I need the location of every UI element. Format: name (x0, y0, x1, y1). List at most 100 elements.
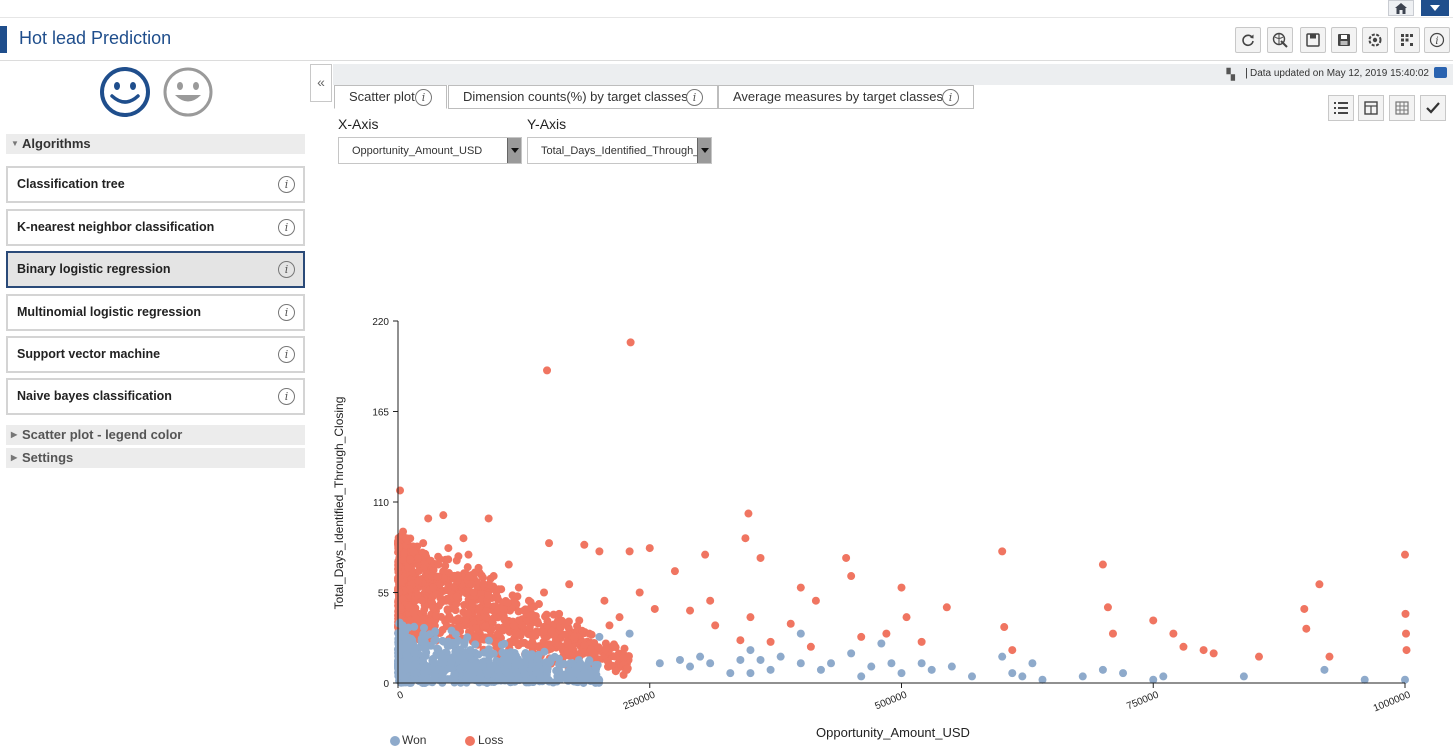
loss-point (449, 572, 458, 581)
loss-point (1103, 603, 1112, 612)
won-point (967, 672, 976, 681)
algorithm-support-vector-machine[interactable]: Support vector machine i (6, 336, 305, 373)
won-point (746, 646, 755, 655)
won-point (796, 659, 805, 668)
algorithm-classification-tree[interactable]: Classification tree i (6, 166, 305, 203)
won-point (726, 669, 735, 678)
algorithm-binary-logistic-regression[interactable]: Binary logistic regression i (6, 251, 305, 288)
loss-point (605, 621, 614, 630)
tab-dimension-counts[interactable]: Dimension counts(%) by target classes i (448, 85, 718, 109)
won-point (582, 661, 591, 670)
loss-point (857, 632, 866, 641)
tab-average-measures[interactable]: Average measures by target classes i (718, 85, 974, 109)
loss-point (409, 608, 418, 617)
algorithm-k-nearest-neighbor[interactable]: K-nearest neighbor classification i (6, 209, 305, 246)
algorithm-naive-bayes[interactable]: Naive bayes classification i (6, 378, 305, 415)
won-point (410, 622, 419, 631)
info-icon[interactable]: i (278, 261, 295, 278)
loss-point (1199, 646, 1208, 655)
loss-point (493, 629, 502, 638)
tab-label: Average measures by target classes (733, 89, 944, 104)
loss-point (414, 576, 423, 585)
loss-point (464, 550, 473, 559)
loss-point (413, 554, 422, 563)
share-button[interactable] (1267, 27, 1293, 53)
info-icon[interactable]: i (278, 346, 295, 363)
algorithm-label: Binary logistic regression (17, 262, 171, 276)
loss-point (512, 638, 521, 647)
won-point (736, 655, 745, 664)
caret-right-icon: ▶ (11, 453, 18, 462)
refresh-button[interactable] (1235, 27, 1261, 53)
dropdown-arrow-icon[interactable] (697, 138, 711, 163)
won-point (525, 650, 534, 659)
won-point (410, 668, 419, 677)
collapse-panel-button[interactable]: « (310, 64, 332, 102)
loss-point (625, 547, 634, 556)
info-icon[interactable]: i (415, 89, 432, 106)
y-axis-select[interactable]: Total_Days_Identified_Through_Closing (527, 137, 712, 164)
won-point (557, 660, 566, 669)
won-point (447, 626, 456, 635)
won-point (462, 673, 471, 682)
info-button[interactable]: i (1424, 27, 1450, 53)
won-point (686, 662, 695, 671)
x-tick-label: 250000 (622, 689, 657, 712)
layout-button[interactable] (1394, 27, 1420, 53)
loss-point (434, 552, 443, 561)
loss-point (489, 572, 498, 581)
save-as-button[interactable] (1331, 27, 1357, 53)
won-point (511, 661, 520, 670)
info-icon[interactable]: i (686, 89, 703, 106)
info-icon[interactable]: i (278, 219, 295, 236)
loss-point (494, 585, 503, 594)
loss-point (524, 596, 533, 605)
home-icon (1395, 2, 1407, 14)
loss-point (611, 667, 620, 676)
won-point (487, 677, 496, 686)
loss-point (444, 544, 453, 553)
info-icon[interactable]: i (942, 89, 959, 106)
status-bar: ▚ | Data updated on May 12, 2019 15:40:0… (333, 64, 1453, 85)
info-icon[interactable]: i (278, 388, 295, 405)
settings-button[interactable] (1362, 27, 1388, 53)
filter-view-button[interactable] (1358, 95, 1384, 121)
save-button[interactable] (1300, 27, 1326, 53)
algorithm-multinomial-logistic-regression[interactable]: Multinomial logistic regression i (6, 294, 305, 331)
target-class-won-icon[interactable] (99, 66, 151, 118)
won-point (466, 646, 475, 655)
loss-point (471, 623, 480, 632)
loss-point (528, 631, 537, 640)
loss-point (1169, 629, 1178, 638)
loss-point (635, 588, 644, 597)
table-view-button[interactable] (1389, 95, 1415, 121)
won-point (998, 652, 1007, 661)
target-class-loss-icon[interactable] (162, 66, 214, 118)
x-axis-select[interactable]: Opportunity_Amount_USD (338, 137, 522, 164)
won-point (533, 654, 542, 663)
loss-point (484, 591, 493, 600)
info-icon[interactable]: i (278, 176, 295, 193)
won-point (520, 670, 529, 679)
loss-point (459, 534, 468, 543)
algorithms-accordion-header[interactable]: ▼ Algorithms (6, 134, 305, 154)
x-axis-title: Opportunity_Amount_USD (816, 725, 970, 740)
list-view-button[interactable] (1328, 95, 1354, 121)
tab-scatter-plot[interactable]: Scatter plot i (334, 85, 447, 109)
legend-color-accordion-header[interactable]: ▶ Scatter plot - legend color (6, 425, 305, 445)
loss-point (474, 563, 483, 572)
won-point (484, 636, 493, 645)
settings-accordion-header[interactable]: ▶ Settings (6, 448, 305, 468)
algorithm-label: Naive bayes classification (17, 389, 172, 403)
home-button[interactable] (1388, 0, 1414, 16)
dropdown-menu-button[interactable] (1421, 0, 1449, 16)
chat-icon[interactable] (1434, 67, 1447, 78)
won-point (827, 659, 836, 668)
dropdown-arrow-icon[interactable] (507, 138, 521, 163)
loss-point (917, 637, 926, 646)
loss-point (1254, 652, 1263, 661)
info-icon[interactable]: i (278, 304, 295, 321)
apply-button[interactable] (1420, 95, 1446, 121)
won-point (536, 673, 545, 682)
loss-point (626, 338, 635, 347)
